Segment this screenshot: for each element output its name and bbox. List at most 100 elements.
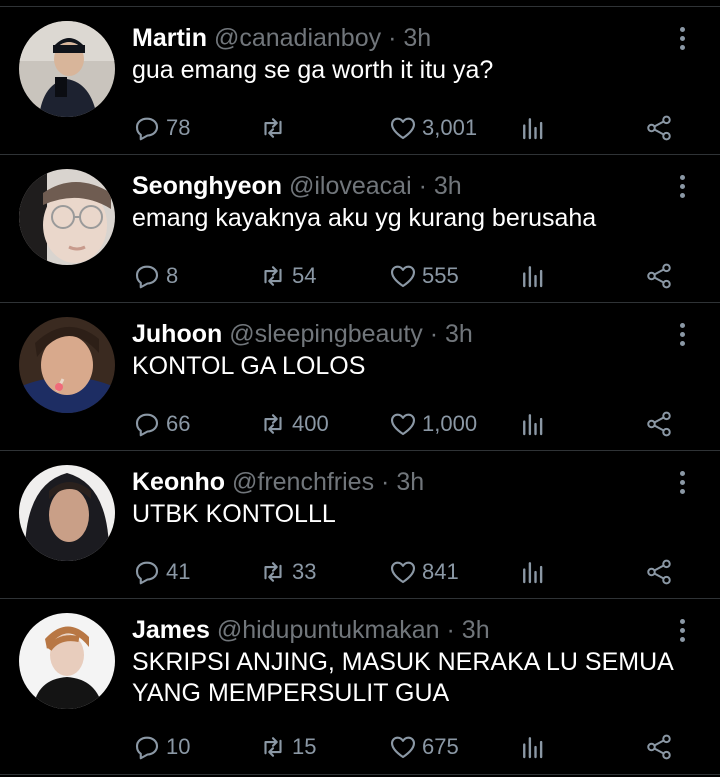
share-button[interactable] [644, 261, 674, 291]
share-icon [647, 411, 671, 437]
like-button[interactable]: 841 [388, 557, 459, 587]
share-button[interactable] [644, 409, 674, 439]
share-button[interactable] [644, 557, 674, 587]
author-handle[interactable]: @canadianboy [214, 24, 381, 52]
reply-button[interactable]: 8 [132, 261, 178, 291]
share-icon [647, 559, 671, 585]
retweet-button[interactable]: 33 [258, 557, 316, 587]
tweet-text: KONTOL GA LOLOS [132, 352, 366, 380]
reply-count: 8 [166, 263, 179, 288]
tweet-text: gua emang se ga worth it itu ya? [132, 56, 494, 84]
views-stats-icon [523, 414, 543, 436]
views-stats-icon [523, 118, 543, 140]
share-icon [647, 263, 671, 289]
timeline-feed: Martin @canadianboy · 3h gua emang se ga… [0, 0, 720, 777]
tweet-text: emang kayaknya aku yg kurang berusaha [132, 204, 597, 232]
retweet-icon [264, 737, 282, 757]
reply-button[interactable]: 78 [132, 113, 190, 143]
reply-count: 41 [166, 559, 191, 584]
like-button[interactable]: 3,001 [388, 113, 477, 143]
views-button[interactable] [518, 732, 548, 762]
tweet-time[interactable]: 3h [403, 24, 431, 52]
tweet-time[interactable]: 3h [434, 172, 462, 200]
tweet-actions: 41 33 841 [132, 557, 720, 587]
retweet-count: 54 [292, 263, 317, 288]
author-handle[interactable]: @sleepingbeauty [229, 320, 423, 348]
author-name[interactable]: James [132, 616, 210, 644]
tweet-time[interactable]: 3h [462, 616, 490, 644]
avatar[interactable] [19, 169, 115, 265]
author-name[interactable]: Juhoon [132, 320, 222, 348]
tweet-actions: 78 3,001 [132, 113, 720, 143]
retweet-button[interactable]: 54 [258, 261, 316, 291]
more-dots-icon[interactable] [676, 323, 688, 349]
views-stats-icon [523, 266, 543, 288]
views-button[interactable] [518, 113, 548, 143]
more-dots-icon[interactable] [676, 471, 688, 497]
separator-dot: · [446, 616, 455, 644]
reply-count: 78 [166, 115, 191, 140]
retweet-icon [264, 266, 282, 286]
tweet-card[interactable]: Martin @canadianboy · 3h gua emang se ga… [0, 7, 720, 155]
more-dots-icon[interactable] [676, 175, 688, 201]
retweet-icon [264, 562, 282, 582]
like-count: 555 [422, 263, 459, 288]
author-name[interactable]: Martin [132, 24, 207, 52]
like-count: 841 [422, 559, 459, 584]
retweet-icon [264, 414, 282, 434]
retweet-button[interactable] [258, 113, 292, 143]
tweet-card[interactable]: Keonho @frenchfries · 3h UTBK KONTOLLL 4… [0, 451, 720, 599]
tweet-actions: 66 400 1,000 [132, 409, 720, 439]
reply-count: 10 [166, 734, 191, 759]
separator-dot: · [388, 24, 397, 52]
views-button[interactable] [518, 261, 548, 291]
separator-dot: · [418, 172, 427, 200]
tweet-actions: 10 15 675 [132, 732, 720, 762]
tweet-text: SKRIPSI ANJING, MASUK NERAKA LU SEMUA YA… [132, 648, 673, 707]
retweet-count: 15 [292, 734, 317, 759]
author-handle[interactable]: @iloveacai [289, 172, 412, 200]
reply-button[interactable]: 10 [132, 732, 190, 762]
reply-button[interactable]: 41 [132, 557, 190, 587]
views-button[interactable] [518, 409, 548, 439]
reply-button[interactable]: 66 [132, 409, 190, 439]
author-name[interactable]: Seonghyeon [132, 172, 282, 200]
retweet-icon [264, 118, 282, 138]
retweet-button[interactable]: 400 [258, 409, 329, 439]
like-button[interactable]: 1,000 [388, 409, 477, 439]
reply-count: 66 [166, 411, 191, 436]
tweet-time[interactable]: 3h [445, 320, 473, 348]
author-name[interactable]: Keonho [132, 468, 225, 496]
separator-dot: · [429, 320, 439, 348]
like-button[interactable]: 675 [388, 732, 459, 762]
like-button[interactable]: 555 [388, 261, 459, 291]
avatar[interactable] [19, 613, 115, 709]
avatar[interactable] [19, 465, 115, 561]
retweet-count: 33 [292, 559, 317, 584]
retweet-button[interactable]: 15 [258, 732, 316, 762]
author-handle[interactable]: @frenchfries [232, 468, 374, 496]
views-button[interactable] [518, 557, 548, 587]
share-icon [647, 115, 671, 141]
author-handle[interactable]: @hidupuntukmakan [217, 616, 440, 644]
like-count: 3,001 [422, 115, 478, 140]
share-button[interactable] [644, 113, 674, 143]
top-divider [0, 0, 720, 7]
reply-icon [135, 736, 159, 760]
heart-icon [390, 413, 416, 436]
tweet-text: UTBK KONTOLLL [132, 500, 336, 528]
share-icon [647, 734, 671, 760]
tweet-card[interactable]: James @hidupuntukmakan · 3h SKRIPSI ANJI… [0, 599, 720, 775]
separator-dot: · [381, 468, 390, 496]
views-stats-icon [523, 562, 543, 584]
more-dots-icon[interactable] [676, 619, 688, 645]
tweet-card[interactable]: Juhoon @sleepingbeauty · 3h KONTOL GA LO… [0, 303, 720, 451]
views-stats-icon [523, 737, 543, 759]
like-count: 675 [422, 734, 459, 759]
tweet-card[interactable]: Seonghyeon @iloveacai · 3h emang kayakny… [0, 155, 720, 303]
avatar[interactable] [19, 21, 115, 117]
tweet-time[interactable]: 3h [396, 468, 424, 496]
share-button[interactable] [644, 732, 674, 762]
avatar[interactable] [19, 317, 115, 413]
more-dots-icon[interactable] [676, 27, 688, 53]
